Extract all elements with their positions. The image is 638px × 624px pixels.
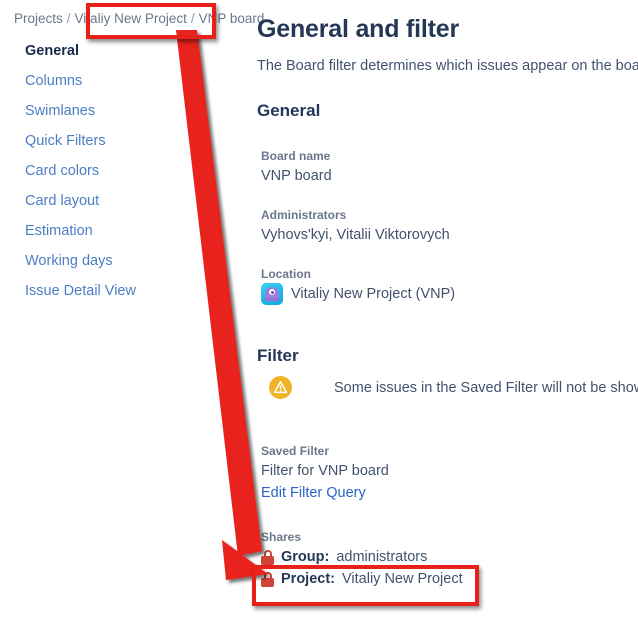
page-title: General and filter <box>257 15 460 43</box>
sidebar-item-columns[interactable]: Columns <box>0 66 214 96</box>
share-key: Project: <box>281 571 335 587</box>
warning-icon <box>269 376 292 399</box>
field-value: VNP board <box>261 168 332 184</box>
filter-warning: Some issues in the Saved Filter will not… <box>269 376 638 399</box>
lock-icon <box>261 549 274 565</box>
breadcrumb-separator: / <box>66 11 71 26</box>
field-label: Shares <box>261 530 302 544</box>
field-label: Administrators <box>261 208 347 222</box>
field-value: Vitaliy New Project (VNP) <box>261 283 455 305</box>
sidebar-item-swimlanes[interactable]: Swimlanes <box>0 96 214 126</box>
field-label: Board name <box>261 149 331 163</box>
share-row-group: Group: administrators <box>261 546 463 568</box>
project-avatar-icon <box>261 283 283 305</box>
breadcrumb-separator: / <box>190 11 195 26</box>
share-row-project: Project: Vitaliy New Project <box>261 568 463 590</box>
breadcrumb-item-projects[interactable]: Projects <box>14 11 63 26</box>
field-label: Location <box>261 267 311 281</box>
sidebar-item-quick-filters[interactable]: Quick Filters <box>0 126 214 156</box>
sidebar-item-working-days[interactable]: Working days <box>0 246 214 276</box>
field-saved-filter: Saved Filter Filter for VNP board Edit F… <box>261 443 389 504</box>
field-administrators: Administrators Vyhovs'kyi, Vitalii Vikto… <box>261 207 450 246</box>
share-value: Vitaliy New Project <box>342 571 463 587</box>
section-heading-filter: Filter <box>257 346 299 365</box>
lock-icon <box>261 571 274 587</box>
field-value: Vyhovs'kyi, Vitalii Viktorovych <box>261 227 450 243</box>
field-label: Saved Filter <box>261 444 330 458</box>
main-content: General and filter The Board filter dete… <box>249 0 638 624</box>
section-heading-general: General <box>257 101 321 120</box>
share-key: Group: <box>281 549 330 565</box>
breadcrumb-item-project[interactable]: Vitaliy New Project <box>75 11 187 26</box>
share-value: administrators <box>336 549 428 565</box>
sidebar-item-general[interactable]: General <box>0 36 214 66</box>
settings-sidebar: General Columns Swimlanes Quick Filters … <box>0 36 214 306</box>
sidebar-item-estimation[interactable]: Estimation <box>0 216 214 246</box>
field-board-name: Board name VNP board <box>261 148 332 187</box>
sidebar-item-issue-detail-view[interactable]: Issue Detail View <box>0 276 214 306</box>
sidebar-item-card-colors[interactable]: Card colors <box>0 156 214 186</box>
field-value: Filter for VNP board <box>261 463 389 479</box>
page-description: The Board filter determines which issues… <box>257 58 638 74</box>
field-shares: Shares Group: administrators Project: Vi… <box>261 529 463 590</box>
location-project-name: Vitaliy New Project (VNP) <box>291 286 456 302</box>
field-location: Location Vitaliy New Project (VNP) <box>261 266 455 305</box>
edit-filter-query-link[interactable]: Edit Filter Query <box>261 482 366 504</box>
sidebar-item-card-layout[interactable]: Card layout <box>0 186 214 216</box>
filter-warning-text: Some issues in the Saved Filter will not… <box>334 379 638 396</box>
breadcrumb: Projects / Vitaliy New Project / VNP board <box>14 11 264 26</box>
